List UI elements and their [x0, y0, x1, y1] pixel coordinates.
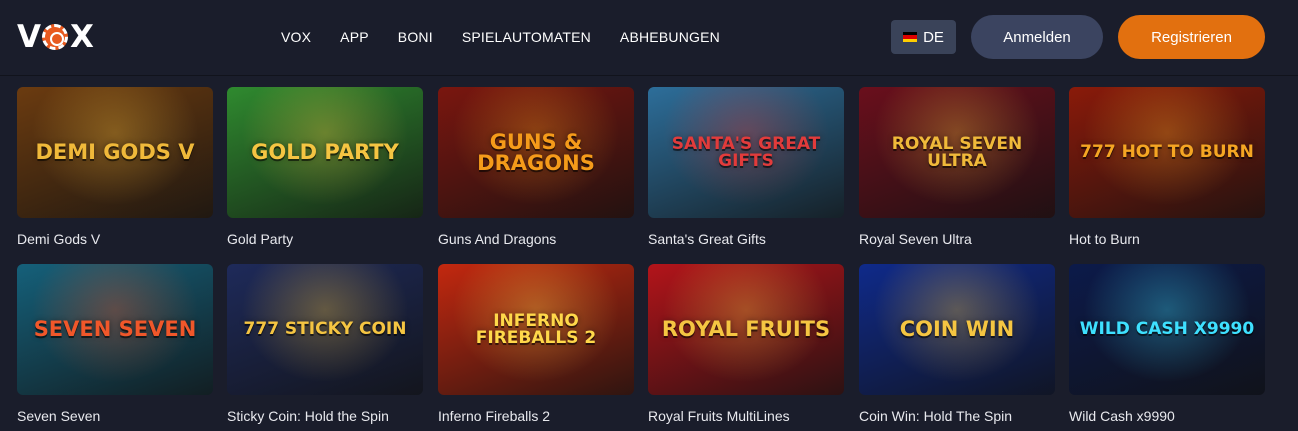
game-title[interactable]: Hot to Burn [1069, 231, 1265, 247]
game-thumbnail[interactable]: SEVEN SEVEN [17, 264, 213, 395]
game-title[interactable]: Coin Win: Hold The Spin [859, 408, 1055, 424]
game-thumbnail[interactable]: COIN WIN [859, 264, 1055, 395]
game-title[interactable]: Santa's Great Gifts [648, 231, 844, 247]
login-button[interactable]: Anmelden [971, 15, 1103, 59]
game-card[interactable]: SANTA'S GREAT GIFTS Santa's Great Gifts [648, 87, 844, 247]
game-card[interactable]: GUNS & DRAGONS Guns And Dragons [438, 87, 634, 247]
game-art-title: 777 STICKY COIN [243, 319, 407, 339]
game-art-title: COIN WIN [899, 317, 1015, 341]
nav-item-boni[interactable]: BONI [398, 29, 433, 45]
game-card[interactable]: COIN WIN Coin Win: Hold The Spin [859, 264, 1055, 424]
main-nav: VOX APP BONI SPIELAUTOMATEN ABHEBUNGEN [281, 29, 749, 45]
game-thumbnail[interactable]: GOLD PARTY [227, 87, 423, 218]
game-thumbnail[interactable]: 777 HOT TO BURN [1069, 87, 1265, 218]
game-thumbnail[interactable]: INFERNO FIREBALLS 2 [438, 264, 634, 395]
nav-item-abhebungen[interactable]: ABHEBUNGEN [620, 29, 720, 45]
game-thumbnail[interactable]: DEMI GODS V [17, 87, 213, 218]
game-thumbnail[interactable]: ROYAL FRUITS [648, 264, 844, 395]
top-header: VX VOX APP BONI SPIELAUTOMATEN ABHEBUNGE… [0, 0, 1298, 76]
game-art-title: ROYAL FRUITS [661, 317, 831, 341]
game-thumbnail[interactable]: Wild CASH x9990 [1069, 264, 1265, 395]
vox-logo[interactable]: VX [17, 19, 94, 55]
game-thumbnail[interactable]: ROYAL SEVEN ultra [859, 87, 1055, 218]
game-art-title: Wild CASH x9990 [1079, 319, 1255, 339]
game-art-title: 777 HOT TO BURN [1080, 142, 1254, 162]
german-flag-icon [903, 32, 918, 42]
game-card[interactable]: ROYAL FRUITS Royal Fruits MultiLines [648, 264, 844, 424]
game-art-title: SANTA'S GREAT GIFTS [671, 133, 821, 171]
game-thumbnail[interactable]: GUNS & DRAGONS [438, 87, 634, 218]
game-title[interactable]: Sticky Coin: Hold the Spin [227, 408, 423, 424]
game-card[interactable]: 777 HOT TO BURN Hot to Burn [1069, 87, 1265, 247]
game-card[interactable]: GOLD PARTY Gold Party [227, 87, 423, 247]
game-title[interactable]: Gold Party [227, 231, 423, 247]
nav-item-vox[interactable]: VOX [281, 29, 311, 45]
game-card[interactable]: ROYAL SEVEN ultra Royal Seven Ultra [859, 87, 1055, 247]
poker-chip-icon [42, 24, 68, 50]
game-title[interactable]: Guns And Dragons [438, 231, 634, 247]
language-code: DE [923, 28, 944, 46]
game-thumbnail[interactable]: SANTA'S GREAT GIFTS [648, 87, 844, 218]
game-art-title: INFERNO FIREBALLS 2 [475, 310, 597, 348]
game-art-title: SEVEN SEVEN [33, 317, 197, 341]
game-title[interactable]: Demi Gods V [17, 231, 213, 247]
game-card[interactable]: 777 STICKY COIN Sticky Coin: Hold the Spi… [227, 264, 423, 424]
language-selector[interactable]: DE [891, 20, 956, 54]
register-button[interactable]: Registrieren [1118, 15, 1265, 59]
game-thumbnail[interactable]: 777 STICKY COIN [227, 264, 423, 395]
game-title[interactable]: Wild Cash x9990 [1069, 408, 1265, 424]
game-art-title: ROYAL SEVEN ultra [891, 133, 1023, 171]
game-card[interactable]: SEVEN SEVEN Seven Seven [17, 264, 213, 424]
game-card[interactable]: INFERNO FIREBALLS 2 Inferno Fireballs 2 [438, 264, 634, 424]
nav-item-app[interactable]: APP [340, 29, 369, 45]
game-title[interactable]: Inferno Fireballs 2 [438, 408, 634, 424]
game-art-title: DEMI GODS V [35, 140, 195, 164]
game-card[interactable]: Wild CASH x9990 Wild Cash x9990 [1069, 264, 1265, 424]
nav-item-spielautomaten[interactable]: SPIELAUTOMATEN [462, 29, 591, 45]
game-title[interactable]: Seven Seven [17, 408, 213, 424]
game-title[interactable]: Royal Fruits MultiLines [648, 408, 844, 424]
game-card[interactable]: DEMI GODS V Demi Gods V [17, 87, 213, 247]
game-art-title: GUNS & DRAGONS [477, 129, 595, 175]
game-title[interactable]: Royal Seven Ultra [859, 231, 1055, 247]
game-art-title: GOLD PARTY [251, 140, 399, 164]
